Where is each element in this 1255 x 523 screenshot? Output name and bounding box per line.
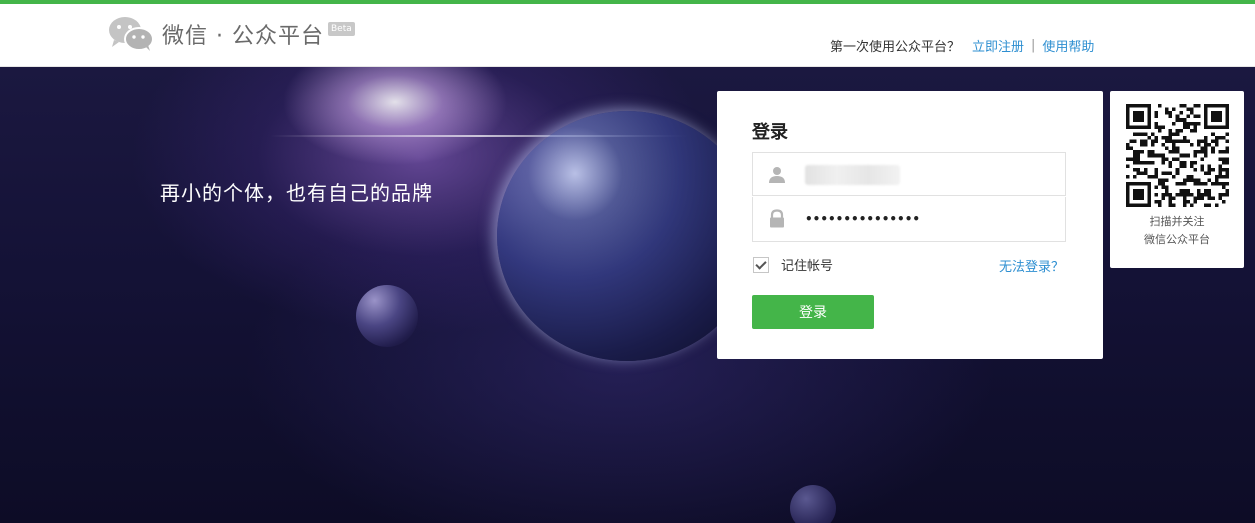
login-page: 微信 · 公众平台 Beta 第一次使用公众平台？ 立即注册 | 使用帮助 再小… [0,0,1255,523]
help-link[interactable]: 使用帮助 [1042,36,1094,55]
logo-text: 微信 · 公众平台 [162,24,324,49]
password-value: ••••••••••••••• [805,212,921,226]
link-separator: | [1031,38,1036,53]
first-time-text: 第一次使用公众平台？ [830,40,961,55]
planet-tiny-image [790,485,836,523]
qr-code-image [1126,104,1229,207]
lock-icon [770,209,784,228]
hero-slogan: 再小的个体，也有自己的品牌 [160,181,433,205]
user-icon [769,167,785,183]
remember-label: 记住帐号 [781,259,834,274]
qr-caption-line1: 扫描并关注 [1149,215,1205,228]
login-title: 登录 [752,122,788,143]
username-field[interactable] [752,152,1066,196]
qr-caption-line2: 微信公众平台 [1144,233,1210,246]
register-link[interactable]: 立即注册 [972,36,1024,55]
wechat-logo-icon [109,17,154,51]
login-card: 登录 ••••••••••••••• 记住帐号 无法登录？ 登录 [717,91,1103,359]
wechat-logo[interactable]: 微信 · 公众平台 Beta [108,14,355,54]
qr-card: 扫描并关注 微信公众平台 [1110,91,1244,268]
checkbox-checked-icon[interactable] [753,256,769,273]
cannot-login-link[interactable]: 无法登录？ [999,256,1064,275]
remember-account-checkbox[interactable]: 记住帐号 [753,255,833,274]
password-field[interactable]: ••••••••••••••• [752,197,1066,242]
username-value-redacted [805,165,900,185]
login-button[interactable]: 登录 [752,295,874,329]
planet-small-image [356,285,418,347]
beta-badge: Beta [327,22,355,36]
header-links: 第一次使用公众平台？ 立即注册 | 使用帮助 [830,36,1094,55]
header: 微信 · 公众平台 Beta 第一次使用公众平台？ 立即注册 | 使用帮助 [0,4,1255,67]
